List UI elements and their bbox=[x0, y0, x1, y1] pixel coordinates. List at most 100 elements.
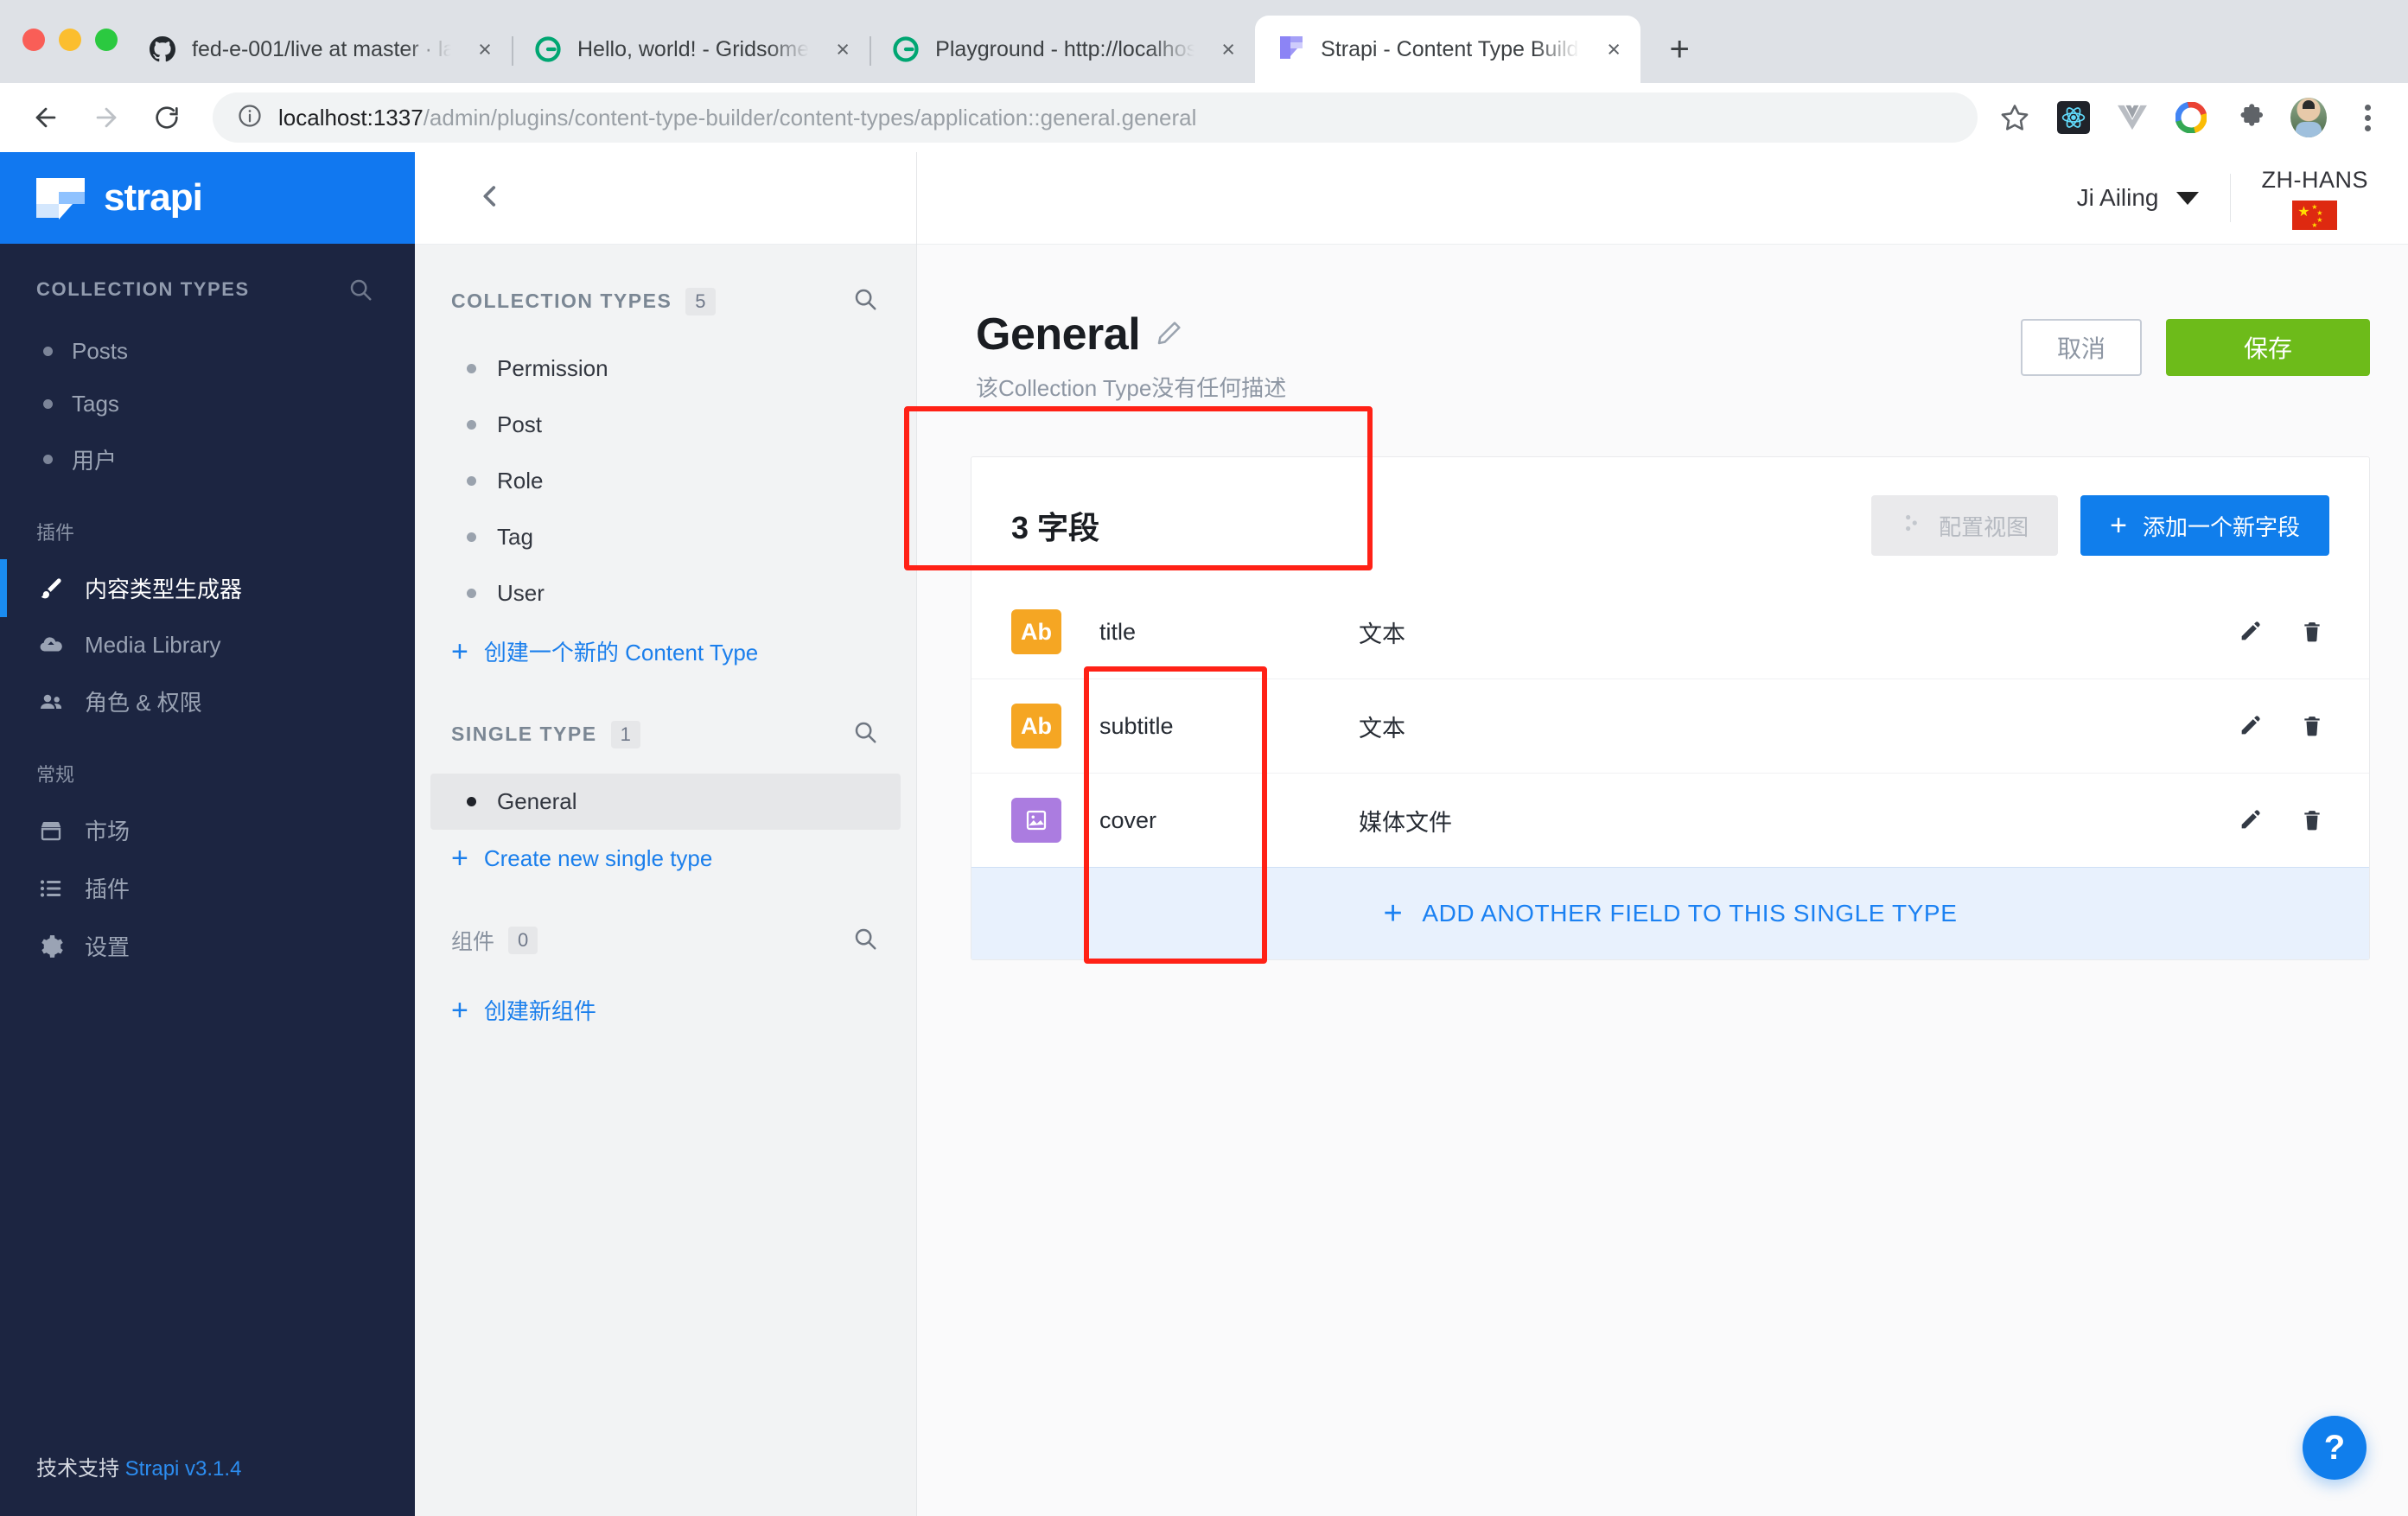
field-type: 文本 bbox=[1359, 621, 1405, 647]
pencil-icon[interactable] bbox=[2233, 615, 2267, 649]
strapi-logo[interactable]: strapi bbox=[0, 152, 415, 244]
page-title: General bbox=[976, 309, 1141, 360]
google-extension-icon[interactable] bbox=[2173, 99, 2209, 136]
extensions-puzzle-icon[interactable] bbox=[2232, 99, 2268, 136]
list-item[interactable]: User bbox=[430, 565, 901, 621]
profile-avatar[interactable] bbox=[2290, 98, 2327, 137]
create-content-type-link[interactable]: + 创建一个新的 Content Type bbox=[415, 621, 916, 681]
tab-title: Playground - http://localhost:8 bbox=[935, 36, 1195, 61]
close-tab-button[interactable]: × bbox=[472, 36, 498, 63]
strapi-mark-icon bbox=[36, 178, 85, 220]
nav-item-content-type-builder[interactable]: 内容类型生成器 bbox=[0, 559, 415, 617]
create-link-label: Create new single type bbox=[483, 844, 713, 871]
powered-by-label: 技术支持 bbox=[36, 1457, 125, 1481]
nav-item-label: 用户 bbox=[72, 448, 118, 474]
row-actions bbox=[2233, 615, 2329, 649]
content-type-list-panel: COLLECTION TYPES 5 Permission Post Role … bbox=[415, 152, 917, 1516]
trash-icon[interactable] bbox=[2295, 803, 2329, 838]
locale-code: ZH-HANS bbox=[2261, 166, 2368, 193]
add-another-field-button[interactable]: + ADD ANOTHER FIELD TO THIS SINGLE TYPE bbox=[971, 867, 2369, 959]
search-icon[interactable] bbox=[852, 926, 878, 956]
react-devtools-icon[interactable] bbox=[2055, 99, 2092, 136]
plus-icon: + bbox=[451, 842, 468, 875]
field-type: 媒体文件 bbox=[1359, 809, 1452, 836]
brand-name: strapi bbox=[104, 176, 203, 219]
reload-icon[interactable] bbox=[140, 91, 194, 144]
text-field-icon: Ab bbox=[1011, 704, 1061, 748]
close-window-button[interactable] bbox=[22, 29, 45, 51]
page-description: 该Collection Type没有任何描述 bbox=[976, 375, 1287, 401]
search-icon[interactable] bbox=[852, 719, 878, 749]
nav-item-marketplace[interactable]: 市场 bbox=[0, 801, 415, 859]
user-menu[interactable]: Ji Ailing bbox=[2077, 184, 2199, 212]
nav-item-roles-permissions[interactable]: 角色 & 权限 bbox=[0, 672, 415, 730]
nav-item-posts[interactable]: Posts bbox=[0, 325, 415, 378]
nav-item-users[interactable]: 用户 bbox=[0, 430, 415, 488]
vue-devtools-icon[interactable] bbox=[2114, 99, 2150, 136]
help-button[interactable]: ? bbox=[2303, 1416, 2367, 1480]
address-bar[interactable]: localhost:1337/admin/plugins/content-typ… bbox=[213, 92, 1978, 143]
section-label: SINGLE TYPE bbox=[451, 723, 597, 745]
search-icon[interactable] bbox=[347, 277, 373, 303]
pencil-icon[interactable] bbox=[1156, 319, 1183, 351]
nav-plugins-label: 插件 bbox=[36, 522, 75, 544]
save-button[interactable]: 保存 bbox=[2165, 319, 2370, 376]
browser-tab[interactable]: Hello, world! - Gridsome × bbox=[512, 16, 870, 83]
trash-icon[interactable] bbox=[2295, 615, 2329, 649]
nav-item-tags[interactable]: Tags bbox=[0, 378, 415, 430]
nav-item-media-library[interactable]: Media Library bbox=[0, 617, 415, 672]
close-tab-button[interactable]: × bbox=[1215, 36, 1241, 63]
info-icon[interactable] bbox=[237, 103, 263, 133]
browser-tab-active[interactable]: Strapi - Content Type Builder × bbox=[1255, 16, 1641, 83]
new-tab-button[interactable]: + bbox=[1653, 22, 1706, 76]
pencil-icon[interactable] bbox=[2233, 803, 2267, 838]
browser-tab[interactable]: Playground - http://localhost:8 × bbox=[870, 16, 1255, 83]
create-single-type-link[interactable]: + Create new single type bbox=[415, 830, 916, 887]
text-field-icon: Ab bbox=[1011, 609, 1061, 654]
list-item[interactable]: Permission bbox=[430, 341, 901, 397]
single-type-header: SINGLE TYPE 1 bbox=[415, 719, 916, 749]
maximize-window-button[interactable] bbox=[95, 29, 118, 51]
trash-icon[interactable] bbox=[2295, 709, 2329, 743]
cancel-button[interactable]: 取消 bbox=[2020, 319, 2142, 376]
forward-icon[interactable] bbox=[80, 91, 133, 144]
collection-types-header: COLLECTION TYPES 5 bbox=[415, 286, 916, 316]
browser-tab[interactable]: fed-e-001/live at master · lago × bbox=[126, 16, 512, 83]
minimize-window-button[interactable] bbox=[59, 29, 81, 51]
list-item[interactable]: Role bbox=[430, 453, 901, 509]
table-row[interactable]: cover 媒体文件 bbox=[971, 773, 2369, 867]
section-label: COLLECTION TYPES bbox=[451, 290, 672, 312]
strapi-version-link[interactable]: Strapi v3.1.4 bbox=[125, 1457, 242, 1481]
list-item[interactable]: Tag bbox=[430, 509, 901, 565]
bullet-icon bbox=[43, 347, 53, 356]
tab-title: fed-e-001/live at master · lago bbox=[192, 36, 451, 61]
list-item-general[interactable]: General bbox=[430, 774, 901, 830]
list-item[interactable]: Post bbox=[430, 397, 901, 453]
github-icon bbox=[149, 35, 176, 63]
tab-strip: fed-e-001/live at master · lago × Hello,… bbox=[0, 0, 2408, 83]
chrome-menu-icon[interactable] bbox=[2349, 99, 2386, 136]
chevron-left-icon[interactable] bbox=[475, 182, 505, 215]
close-tab-button[interactable]: × bbox=[1601, 36, 1627, 63]
nav-item-label: Media Library bbox=[85, 631, 221, 658]
locale-switcher[interactable]: ZH-HANS ★ ★ ★ ★ ★ bbox=[2262, 167, 2369, 230]
section-count: 0 bbox=[508, 927, 538, 954]
create-component-link[interactable]: + 创建新组件 bbox=[415, 980, 916, 1040]
table-row[interactable]: Ab subtitle 文本 bbox=[971, 678, 2369, 773]
search-icon[interactable] bbox=[852, 286, 878, 316]
nav-item-plugins[interactable]: 插件 bbox=[0, 859, 415, 917]
close-tab-button[interactable]: × bbox=[830, 36, 856, 63]
pencil-icon[interactable] bbox=[2233, 709, 2267, 743]
bookmark-star-icon[interactable] bbox=[1997, 99, 2033, 136]
back-icon[interactable] bbox=[19, 91, 73, 144]
nav-item-settings[interactable]: 设置 bbox=[0, 917, 415, 975]
configure-view-button[interactable]: 配置视图 bbox=[1871, 495, 2059, 556]
create-link-label: 创建一个新的 Content Type bbox=[483, 640, 759, 666]
table-row[interactable]: Ab title 文本 bbox=[971, 585, 2369, 678]
tabs: fed-e-001/live at master · lago × Hello,… bbox=[126, 0, 1706, 83]
window-controls[interactable] bbox=[22, 29, 118, 51]
fields-card-header: 3 字段 配置视图 + 添加一个新字段 bbox=[971, 457, 2369, 585]
section-count: 1 bbox=[610, 720, 640, 748]
add-field-button[interactable]: + 添加一个新字段 bbox=[2080, 495, 2329, 556]
list-item-label: Permission bbox=[497, 355, 608, 381]
